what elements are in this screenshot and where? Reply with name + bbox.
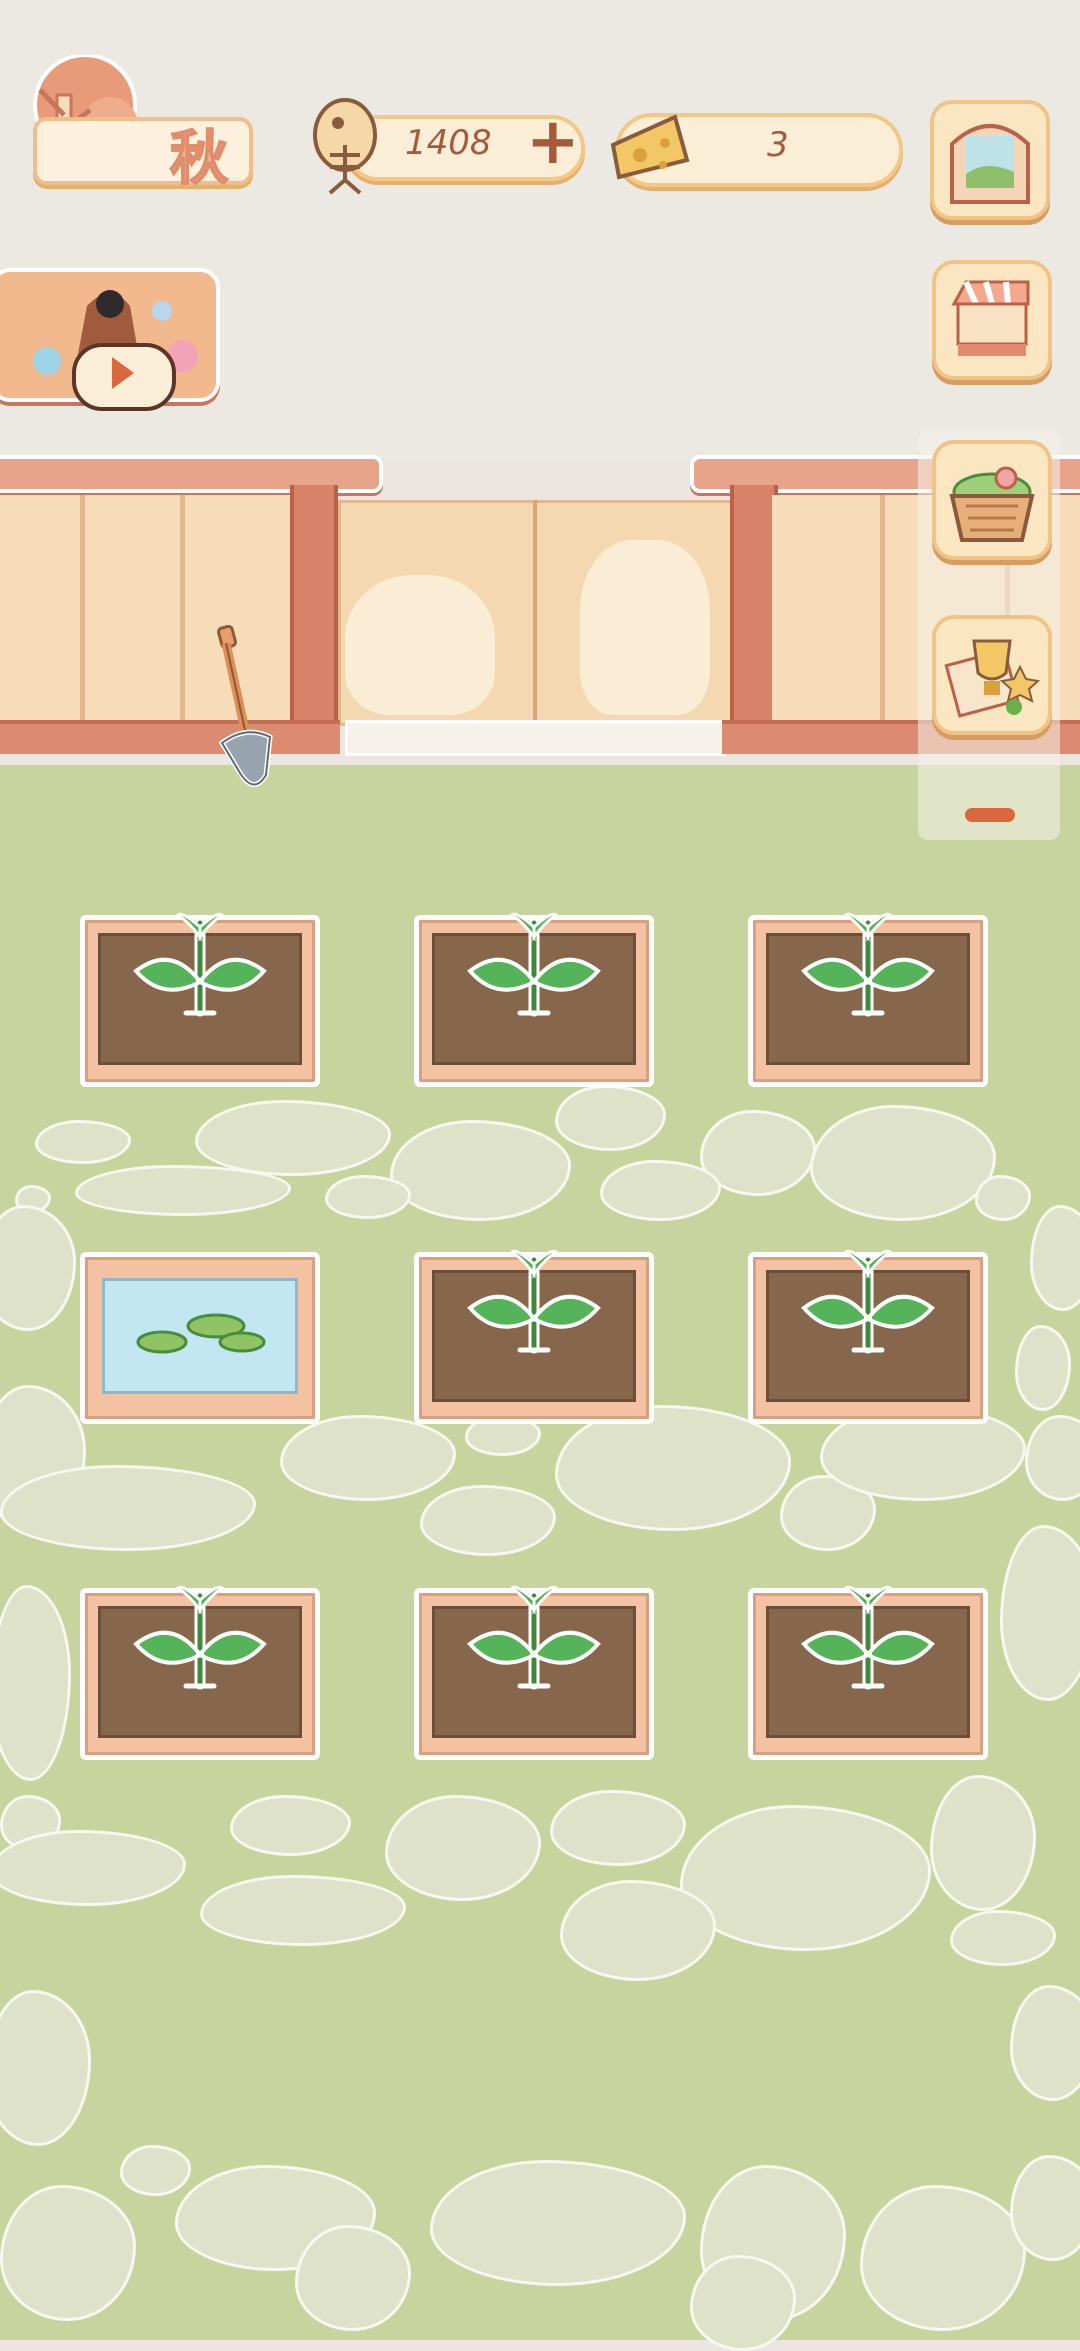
fish-value: 1408 (405, 123, 492, 163)
garden-plot[interactable] (748, 1249, 988, 1424)
sprout-icon (798, 893, 938, 1027)
garden-plot[interactable] (414, 1585, 654, 1760)
play-icon[interactable] (72, 343, 176, 411)
lily-pad-icon (110, 1284, 290, 1398)
cheese-value: 3 (767, 125, 789, 165)
basket-icon (944, 452, 1040, 548)
basket-button[interactable] (932, 440, 1052, 560)
fish-bone-icon (305, 95, 390, 195)
sprout-icon (464, 1566, 604, 1700)
shovel-icon[interactable] (200, 624, 290, 810)
garden-plot[interactable] (80, 1585, 320, 1760)
season-badge[interactable]: 秋 (15, 53, 253, 193)
garden-plot[interactable] (80, 912, 320, 1087)
sprout-icon (130, 1566, 270, 1700)
trophy-icon (944, 627, 1041, 723)
window-button[interactable] (930, 100, 1050, 220)
fish-currency[interactable]: 1408 + (305, 95, 585, 195)
sprout-icon (798, 1566, 938, 1700)
plus-icon: + (526, 105, 580, 179)
window-icon (946, 114, 1034, 206)
garden-plot[interactable] (748, 1585, 988, 1760)
sprout-icon (798, 1230, 938, 1364)
garden-plot[interactable] (414, 1249, 654, 1424)
garden-plot[interactable] (414, 912, 654, 1087)
sprout-icon (464, 893, 604, 1027)
sprout-icon (130, 893, 270, 1027)
cheese-icon (605, 105, 695, 190)
trophy-button[interactable] (932, 615, 1052, 735)
garden-plot-pond[interactable] (80, 1252, 320, 1424)
sprout-icon (464, 1230, 604, 1364)
cat-silhouette (580, 540, 710, 715)
cheese-currency[interactable]: 3 (605, 105, 905, 190)
shop-button[interactable] (932, 260, 1052, 380)
shop-stall-icon (946, 274, 1036, 364)
mouse-silhouette (345, 575, 495, 715)
season-label: 秋 (169, 123, 229, 193)
video-reward-button[interactable] (0, 268, 220, 411)
collapse-panel-button[interactable] (965, 808, 1015, 822)
garden-plot[interactable] (748, 912, 988, 1087)
add-fish-button[interactable]: + (520, 105, 580, 179)
